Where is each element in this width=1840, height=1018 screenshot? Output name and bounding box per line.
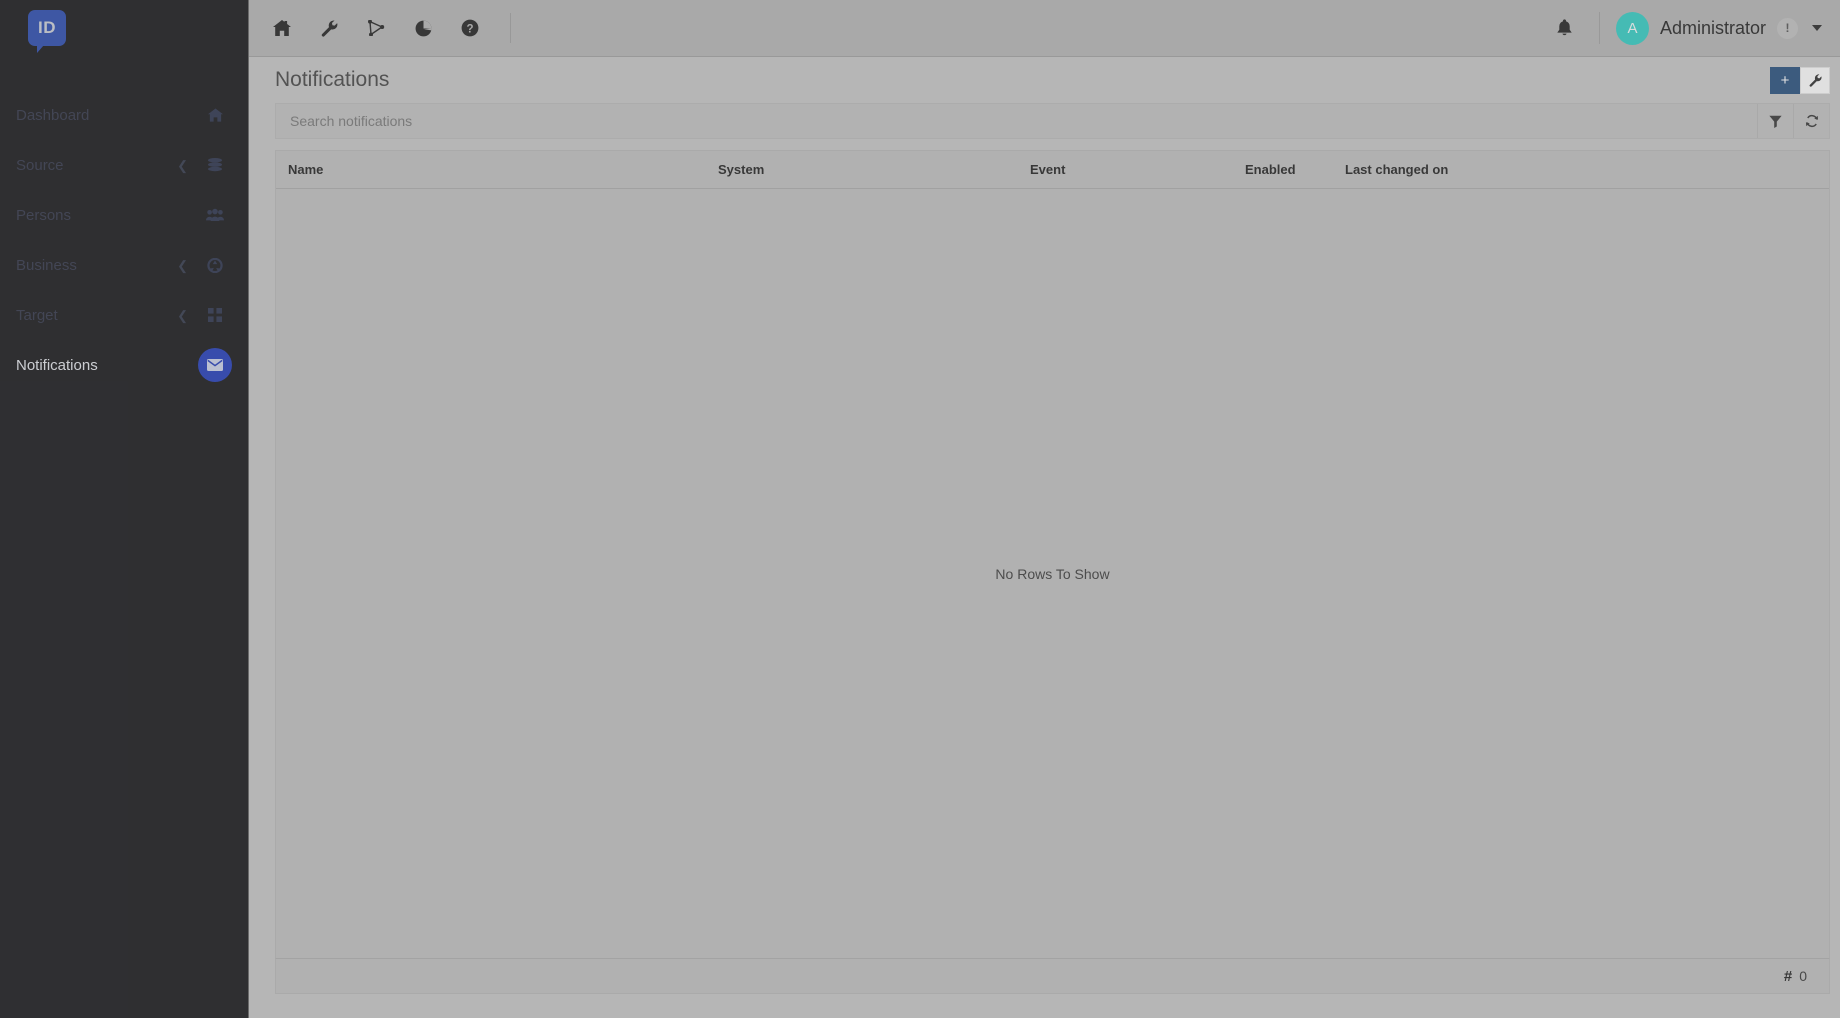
sidebar-item-persons[interactable]: Persons — [0, 190, 248, 240]
sidebar-nav: Dashboard Source ❮ Persons Business ❮ Ta… — [0, 90, 248, 390]
hash-icon: # — [1783, 967, 1793, 985]
topbar-icon-group: ? — [263, 9, 511, 47]
database-icon — [204, 158, 226, 172]
project-diagram-icon[interactable] — [357, 9, 395, 47]
empty-state-message: No Rows To Show — [995, 565, 1110, 582]
app-logo: ID — [28, 10, 66, 53]
sidebar-item-label: Business — [16, 256, 77, 274]
main-content: ? A Administrator ! Notifications + Sear… — [248, 0, 1840, 1018]
search-toolbar — [275, 103, 1830, 139]
sidebar-item-notifications[interactable]: Notifications — [0, 340, 248, 390]
chevron-left-icon[interactable]: ❮ — [177, 159, 188, 172]
sidebar-item-label: Notifications — [16, 356, 98, 374]
page-title: Notifications — [275, 68, 390, 91]
logo-container[interactable]: ID — [0, 0, 248, 56]
chevron-left-icon[interactable]: ❮ — [177, 309, 188, 322]
home-icon[interactable] — [263, 9, 301, 47]
status-badge: ! — [1777, 17, 1798, 39]
sidebar-item-label: Persons — [16, 206, 72, 224]
sidebar-item-business[interactable]: Business ❮ — [0, 240, 248, 290]
sidebar-item-source[interactable]: Source ❮ — [0, 140, 248, 190]
grid-body: No Rows To Show — [276, 189, 1829, 958]
page-header: Notifications + — [249, 57, 1840, 103]
sidebar-item-label: Dashboard — [16, 106, 90, 124]
home-icon — [204, 108, 226, 122]
application-window: ID Dashboard Source ❮ Persons Business ❮… — [0, 0, 1840, 1018]
users-icon — [204, 208, 226, 222]
envelope-icon — [198, 348, 232, 382]
filter-icon[interactable] — [1757, 104, 1793, 138]
search-input[interactable] — [276, 104, 1757, 138]
refresh-icon[interactable] — [1793, 104, 1829, 138]
grid-header-row: Name System Event Enabled Last changed o… — [276, 151, 1829, 189]
logo-text: ID — [38, 18, 56, 37]
bottom-padding — [249, 994, 1840, 1018]
user-name: Administrator — [1659, 17, 1766, 38]
help-icon[interactable]: ? — [451, 9, 489, 47]
sidebar-item-label: Source — [16, 156, 64, 174]
column-header-name[interactable]: Name — [276, 162, 706, 177]
sidebar-item-target[interactable]: Target ❮ — [0, 290, 248, 340]
sidebar: ID Dashboard Source ❮ Persons Business ❮… — [0, 0, 248, 1018]
column-header-enabled[interactable]: Enabled — [1233, 162, 1333, 177]
column-header-system[interactable]: System — [706, 162, 1018, 177]
chevron-down-icon[interactable] — [1812, 25, 1822, 31]
sidebar-item-label: Target — [16, 306, 58, 324]
recycle-icon — [204, 257, 226, 273]
grid-icon — [204, 308, 226, 322]
topbar-divider — [510, 13, 511, 43]
row-count: 0 — [1799, 968, 1807, 984]
user-menu[interactable]: A Administrator ! — [1615, 11, 1822, 45]
user-divider — [1598, 12, 1600, 44]
sidebar-item-dashboard[interactable]: Dashboard — [0, 90, 248, 140]
column-header-last-changed-on[interactable]: Last changed on — [1333, 162, 1593, 177]
grid-status-bar: # 0 — [275, 958, 1830, 994]
svg-text:?: ? — [466, 23, 473, 35]
data-grid: Name System Event Enabled Last changed o… — [275, 150, 1830, 958]
settings-button[interactable] — [1800, 66, 1830, 94]
column-header-event[interactable]: Event — [1018, 162, 1233, 177]
page-actions: + — [1770, 66, 1830, 94]
top-navigation-bar: ? A Administrator ! — [249, 0, 1840, 57]
chevron-left-icon[interactable]: ❮ — [177, 259, 188, 272]
avatar: A — [1615, 11, 1649, 45]
avatar-initial: A — [1627, 19, 1638, 37]
wrench-icon[interactable] — [310, 9, 348, 47]
add-notification-button[interactable]: + — [1770, 66, 1800, 94]
bell-icon[interactable] — [1547, 10, 1583, 46]
pie-chart-icon[interactable] — [404, 9, 442, 47]
